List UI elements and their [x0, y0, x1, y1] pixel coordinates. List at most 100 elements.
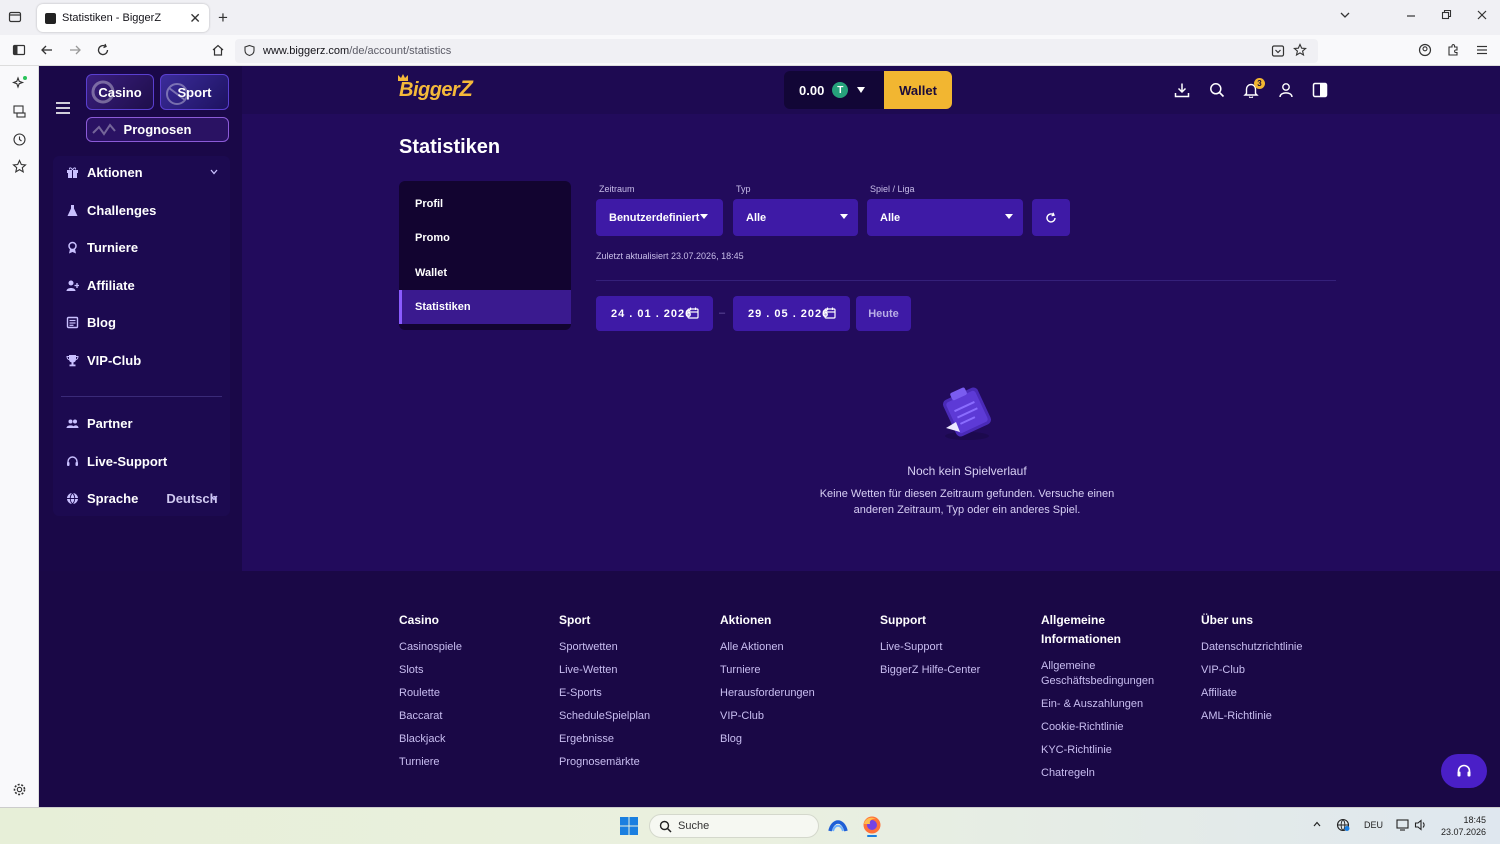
account-icon[interactable]	[1418, 43, 1432, 57]
copilot-app-icon[interactable]	[828, 815, 848, 835]
minimize-icon[interactable]	[1405, 9, 1417, 21]
footer-link[interactable]: Blackjack	[399, 732, 549, 747]
footer-link[interactable]: ScheduleSpielplan	[559, 709, 709, 724]
account-nav-profil[interactable]: Profil	[399, 187, 571, 221]
footer-link[interactable]: Sportwetten	[559, 640, 709, 655]
taskbar-search-input[interactable]: Suche	[649, 814, 819, 838]
site-info-shield-icon[interactable]	[243, 44, 256, 57]
footer-link[interactable]: Allgemeine Geschäftsbedingungen	[1041, 659, 1171, 689]
footer-link[interactable]: Baccarat	[399, 709, 549, 724]
back-arrow-icon[interactable]	[40, 43, 54, 57]
sidebar-item-challenges[interactable]: Challenges	[65, 200, 156, 220]
footer-link[interactable]: Affiliate	[1201, 686, 1351, 701]
footer-link[interactable]: Ergebnisse	[559, 732, 709, 747]
footer-link[interactable]: Prognosemärkte	[559, 755, 709, 770]
show-hidden-icons-chevron-icon[interactable]	[1312, 819, 1322, 829]
date-to-input[interactable]: 29 . 05 . 2026	[733, 296, 850, 331]
customize-sidebar-gear-icon[interactable]	[12, 782, 27, 797]
bookmarks-star-icon[interactable]	[12, 159, 27, 174]
restore-icon[interactable]	[1440, 9, 1452, 21]
home-icon[interactable]	[211, 43, 225, 57]
extensions-icon[interactable]	[1446, 43, 1460, 57]
reload-icon[interactable]	[96, 43, 110, 57]
sidebar-toggle-icon[interactable]	[12, 43, 26, 57]
chevron-down-icon[interactable]	[209, 167, 219, 177]
app-menu-icon[interactable]	[1475, 43, 1489, 57]
prognosen-button[interactable]: Prognosen	[86, 117, 229, 142]
tab-list-icon[interactable]	[8, 10, 22, 24]
footer-link[interactable]: Cookie-Richtlinie	[1041, 720, 1171, 735]
footer-link[interactable]: E-Sports	[559, 686, 709, 701]
bookmark-star-icon[interactable]	[1293, 43, 1307, 57]
panel-toggle-icon[interactable]	[1312, 82, 1328, 98]
footer-link[interactable]: Turniere	[399, 755, 549, 770]
account-nav-promo[interactable]: Promo	[399, 221, 571, 255]
calendar-icon[interactable]	[824, 307, 836, 319]
sidebar-item-partner[interactable]: Partner	[65, 413, 133, 433]
forward-arrow-icon[interactable]	[68, 43, 82, 57]
live-support-fab[interactable]	[1441, 754, 1487, 788]
speaker-volume-icon[interactable]	[1414, 818, 1428, 832]
network-globe-icon[interactable]	[1336, 818, 1350, 832]
footer-link[interactable]: Datenschutzrichtlinie	[1201, 640, 1351, 655]
footer-link[interactable]: KYC-Richtlinie	[1041, 743, 1171, 758]
sport-switch-button[interactable]: Sport	[160, 74, 229, 110]
footer-link[interactable]: AML-Richtlinie	[1201, 709, 1351, 724]
ai-chatbot-icon[interactable]	[12, 76, 27, 91]
footer-link[interactable]: Alle Aktionen	[720, 640, 870, 655]
footer-link[interactable]: BiggerZ Hilfe-Center	[880, 663, 1030, 678]
spiel-liga-select[interactable]: Alle	[867, 199, 1023, 236]
system-clock[interactable]: 18:45 23.07.2026	[1436, 814, 1486, 838]
sidebar-item-vip-club[interactable]: VIP-Club	[65, 350, 141, 370]
wifi-monitor-icon[interactable]	[1396, 818, 1410, 832]
input-language[interactable]: DEU	[1364, 820, 1383, 830]
firefox-app-icon[interactable]	[862, 815, 882, 837]
sidebar-item-live-support[interactable]: Live-Support	[65, 451, 167, 471]
refresh-button[interactable]	[1032, 199, 1070, 236]
heute-button[interactable]: Heute	[856, 296, 911, 331]
sidebar-item-aktionen[interactable]: Aktionen	[65, 162, 218, 182]
browser-tab-active[interactable]: Statistiken - BiggerZ ✕	[37, 4, 209, 32]
footer-link[interactable]: Slots	[399, 663, 549, 678]
footer-link[interactable]: Live-Wetten	[559, 663, 709, 678]
footer-link[interactable]: VIP-Club	[720, 709, 870, 724]
wallet-button[interactable]: Wallet	[884, 71, 952, 109]
typ-select[interactable]: Alle	[733, 199, 858, 236]
hamburger-menu-icon[interactable]	[56, 102, 70, 114]
list-all-tabs-icon[interactable]	[1339, 9, 1351, 21]
close-tab-icon[interactable]: ✕	[189, 10, 201, 27]
new-tab-icon[interactable]: +	[218, 8, 228, 28]
footer-link[interactable]: Turniere	[720, 663, 870, 678]
caret-down-icon[interactable]	[856, 86, 866, 94]
search-icon[interactable]	[1209, 82, 1225, 98]
sidebar-item-sprache[interactable]: Sprache Deutsch	[65, 488, 218, 508]
biggerz-logo[interactable]: Bigger Z	[398, 74, 473, 102]
footer-link[interactable]: Casinospiele	[399, 640, 549, 655]
download-icon[interactable]	[1174, 82, 1190, 98]
footer-link[interactable]: Chatregeln	[1041, 766, 1171, 781]
footer-link[interactable]: Herausforderungen	[720, 686, 870, 701]
sidebar-item-blog[interactable]: Blog	[65, 312, 116, 332]
close-window-icon[interactable]	[1476, 9, 1488, 21]
account-nav-wallet[interactable]: Wallet	[399, 256, 571, 290]
sidebar-item-affiliate[interactable]: Affiliate	[65, 275, 135, 295]
sidebar-item-turniere[interactable]: Turniere	[65, 237, 138, 257]
footer-link[interactable]: Live-Support	[880, 640, 1030, 655]
footer-link[interactable]: Blog	[720, 732, 870, 747]
footer-link[interactable]: VIP-Club	[1201, 663, 1351, 678]
url-bar[interactable]: www.biggerz.com/de/account/statistics	[235, 39, 1318, 63]
user-icon[interactable]	[1278, 82, 1294, 98]
save-to-pocket-icon[interactable]	[1271, 44, 1285, 58]
account-nav-statistiken[interactable]: Statistiken	[399, 290, 571, 324]
synced-tabs-icon[interactable]	[12, 104, 27, 119]
date-from-input[interactable]: 24 . 01 . 2026	[596, 296, 713, 331]
calendar-icon[interactable]	[687, 307, 699, 319]
windows-start-icon[interactable]	[620, 817, 638, 835]
balance-selector[interactable]: 0.00 T	[784, 71, 884, 109]
chevron-down-icon[interactable]	[209, 493, 219, 503]
footer-link[interactable]: Roulette	[399, 686, 549, 701]
history-clock-icon[interactable]	[12, 132, 27, 147]
zeitraum-select[interactable]: Benutzerdefiniert	[596, 199, 723, 236]
footer-link[interactable]: Ein- & Auszahlungen	[1041, 697, 1171, 712]
casino-switch-button[interactable]: Casino	[86, 74, 154, 110]
